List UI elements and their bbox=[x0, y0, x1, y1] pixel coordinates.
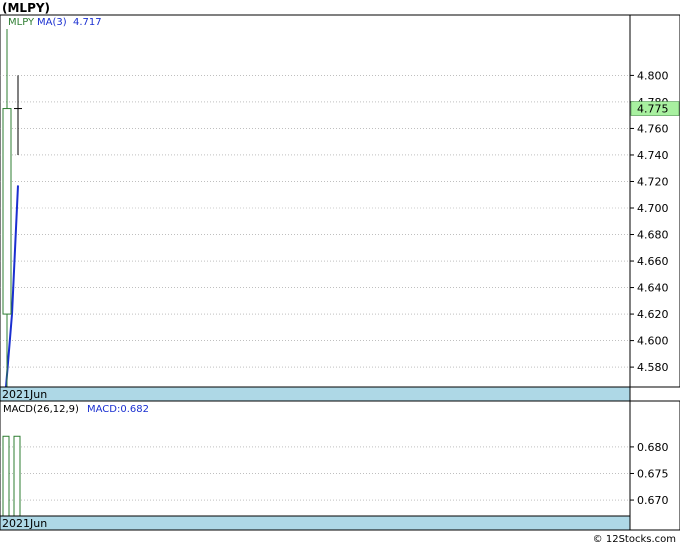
last-price-badge-label: 4.775 bbox=[637, 103, 669, 116]
legend-macd-label: MACD(26,12,9) bbox=[3, 404, 79, 415]
legend-ticker: MLPY bbox=[8, 17, 35, 28]
price-tick-label: 4.800 bbox=[637, 69, 669, 82]
last-price-badge: 4.775 bbox=[630, 101, 680, 116]
price-date-band bbox=[0, 386, 631, 402]
macd-bar bbox=[13, 435, 21, 517]
legend-ma-value: 4.717 bbox=[73, 17, 102, 28]
macd-panel-frame bbox=[0, 400, 680, 531]
price-tick-label: 4.620 bbox=[637, 308, 669, 321]
stock-chart: (MLPY) 4.580 4.600 4.620 4.640 4.660 4.680 4.7… bbox=[0, 1, 680, 545]
macd-bar bbox=[2, 435, 10, 517]
macd-tick-label: 0.670 bbox=[637, 494, 669, 507]
price-tick-label: 4.760 bbox=[637, 122, 669, 135]
macd-date-label: 2021Jun bbox=[2, 517, 47, 530]
macd-panel: 0.670 0.675 0.680 MACD(26,12,9) MACD:0.682… bbox=[0, 400, 680, 531]
footer-credit: © 12Stocks.com bbox=[593, 534, 676, 545]
price-tick-label: 4.660 bbox=[637, 255, 669, 268]
price-date-label: 2021Jun bbox=[2, 388, 47, 401]
price-tick-label: 4.580 bbox=[637, 361, 669, 374]
price-tick-label: 4.600 bbox=[637, 335, 669, 348]
price-tick-label: 4.700 bbox=[637, 202, 669, 215]
price-panel-frame bbox=[0, 14, 680, 388]
legend-macd-value: MACD:0.682 bbox=[87, 404, 149, 415]
price-tick-label: 4.720 bbox=[637, 175, 669, 188]
macd-tick-label: 0.675 bbox=[637, 467, 669, 480]
macd-date-band bbox=[0, 515, 631, 531]
price-panel: 4.580 4.600 4.620 4.640 4.660 4.680 4.700 4.720… bbox=[0, 14, 680, 402]
macd-tick-label: 0.680 bbox=[637, 441, 669, 454]
price-tick-label: 4.740 bbox=[637, 149, 669, 162]
candle-body bbox=[2, 108, 12, 315]
page-title: (MLPY) bbox=[2, 1, 50, 15]
legend-ma-label: MA(3) bbox=[37, 17, 67, 28]
price-tick-label: 4.680 bbox=[637, 229, 669, 242]
price-tick-label: 4.640 bbox=[637, 282, 669, 295]
